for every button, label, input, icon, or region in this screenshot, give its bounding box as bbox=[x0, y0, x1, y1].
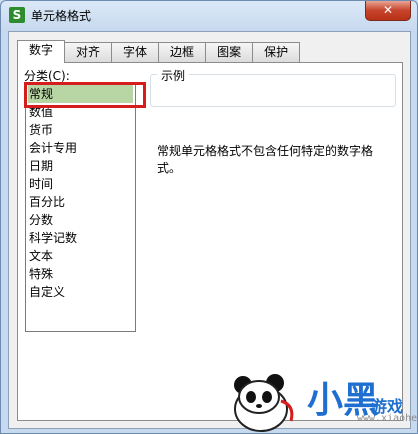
watermark: 小黑 游戏 www.xiaohei.com bbox=[221, 361, 417, 433]
tab-font[interactable]: 字体 bbox=[111, 42, 160, 62]
category-item-time[interactable]: 时间 bbox=[26, 175, 135, 193]
category-item-accounting[interactable]: 会计专用 bbox=[26, 139, 135, 157]
tab-border[interactable]: 边框 bbox=[158, 42, 207, 62]
watermark-url: www.xiaohei.com bbox=[357, 413, 418, 424]
category-listbox[interactable]: 常规 数值 货币 会计专用 日期 时间 百分比 分数 科学记数 文本 特殊 自定… bbox=[25, 82, 136, 332]
sample-group: 示例 bbox=[150, 67, 396, 107]
tab-strip: 数字 对齐 字体 边框 图案 保护 bbox=[17, 40, 301, 63]
category-item-number[interactable]: 数值 bbox=[26, 103, 135, 121]
category-item-custom[interactable]: 自定义 bbox=[26, 283, 135, 301]
category-item-percentage[interactable]: 百分比 bbox=[26, 193, 135, 211]
tab-number[interactable]: 数字 bbox=[17, 40, 66, 63]
dialog-title: 单元格格式 bbox=[31, 9, 92, 23]
category-item-currency[interactable]: 货币 bbox=[26, 121, 135, 139]
sample-legend: 示例 bbox=[157, 67, 190, 84]
close-icon: ✕ bbox=[382, 3, 394, 17]
category-item-general[interactable]: 常规 bbox=[28, 85, 133, 103]
category-item-date[interactable]: 日期 bbox=[26, 157, 135, 175]
tab-pattern[interactable]: 图案 bbox=[205, 42, 254, 62]
category-item-text[interactable]: 文本 bbox=[26, 247, 135, 265]
category-item-fraction[interactable]: 分数 bbox=[26, 211, 135, 229]
tab-alignment[interactable]: 对齐 bbox=[64, 42, 113, 62]
close-button[interactable]: ✕ bbox=[365, 1, 411, 21]
app-icon: S bbox=[9, 7, 25, 23]
category-item-scientific[interactable]: 科学记数 bbox=[26, 229, 135, 247]
category-item-special[interactable]: 特殊 bbox=[26, 265, 135, 283]
format-cells-dialog: S 单元格格式 ✕ 数字 对齐 字体 边框 图案 保护 分类(C): 常规 数值… bbox=[0, 0, 418, 434]
panda-mascot-icon bbox=[234, 374, 294, 432]
title-bar[interactable]: S 单元格格式 ✕ bbox=[1, 1, 417, 29]
tab-protection[interactable]: 保护 bbox=[252, 42, 301, 62]
format-description: 常规单元格格式不包含任何特定的数字格式。 bbox=[157, 144, 374, 175]
